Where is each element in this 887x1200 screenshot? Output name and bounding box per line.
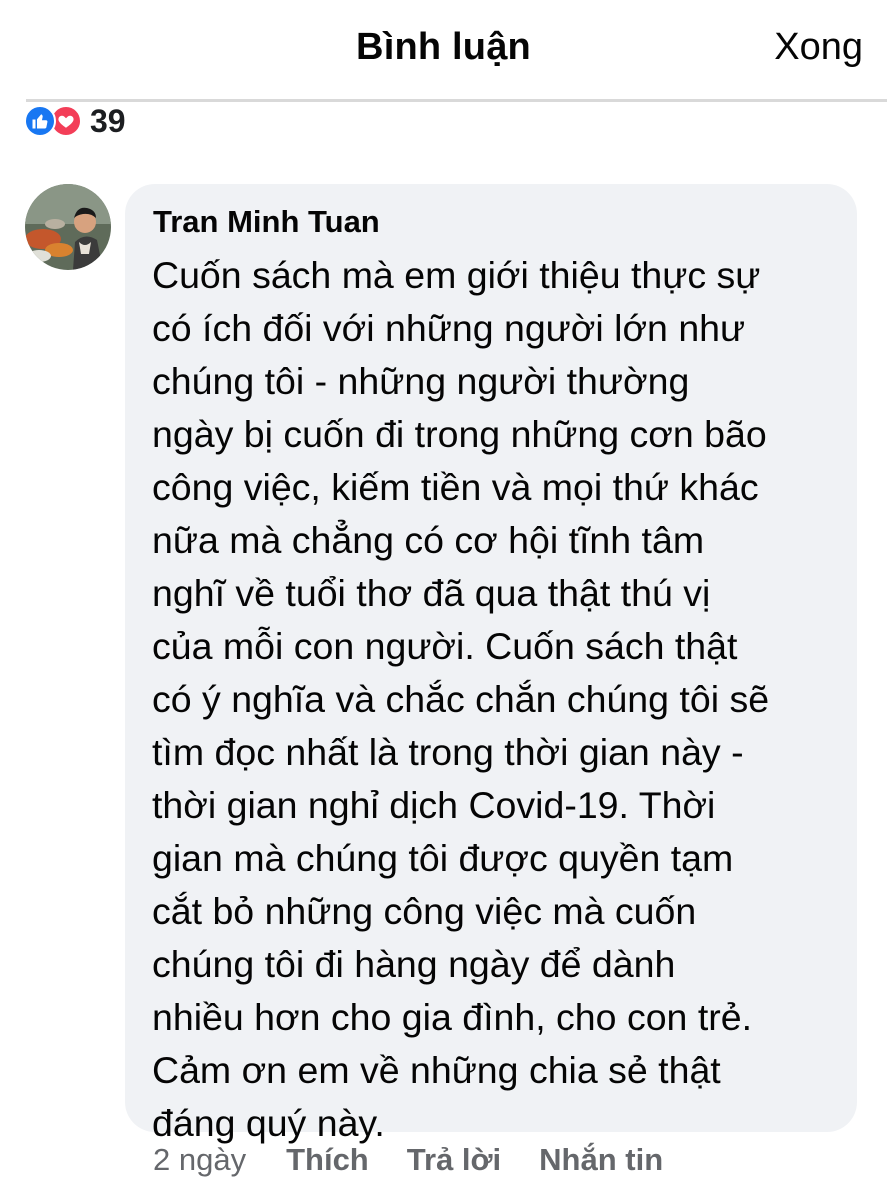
comment-line: chúng tôi đi hàng ngày để dành xyxy=(152,943,676,985)
comment-line: cắt bỏ những công việc mà cuốn xyxy=(152,890,697,932)
comment-line: có ý nghĩa và chắc chắn chúng tôi sẽ xyxy=(152,678,770,720)
comment-timestamp[interactable]: 2 ngày xyxy=(153,1142,246,1178)
comment-line: chúng tôi - những người thường xyxy=(152,360,690,402)
reaction-count: 39 xyxy=(90,102,126,139)
comment-line: tìm đọc nhất là trong thời gian này - xyxy=(152,731,744,773)
comment-line: công việc, kiếm tiền và mọi thứ khác xyxy=(152,466,759,508)
comment-bubble: Tran Minh Tuan Cuốn sách mà em giới thiệ… xyxy=(125,184,857,1144)
reply-button[interactable]: Trả lời xyxy=(407,1142,501,1178)
comment-line: nhiều hơn cho gia đình, cho con trẻ. xyxy=(152,996,752,1038)
comment-line: nữa mà chẳng có cơ hội tĩnh tâm xyxy=(152,519,705,561)
like-icon xyxy=(24,105,56,137)
comment-line: gian mà chúng tôi được quyền tạm xyxy=(152,837,734,879)
comment-line: có ích đối với những người lớn như xyxy=(152,307,746,349)
comment-line: nghĩ về tuổi thơ đã qua thật thú vị xyxy=(152,572,711,614)
done-button[interactable]: Xong xyxy=(774,26,863,69)
reactions-summary[interactable]: 39 xyxy=(24,102,126,139)
comment-line: thời gian nghỉ dịch Covid-19. Thời xyxy=(152,784,716,826)
comment-actions: 2 ngày Thích Trả lời Nhắn tin xyxy=(153,1140,663,1180)
like-button[interactable]: Thích xyxy=(286,1142,369,1178)
header: Bình luận Xong xyxy=(0,0,887,102)
comment-line: ngày bị cuốn đi trong những cơn bão xyxy=(152,413,767,455)
comment-author[interactable]: Tran Minh Tuan xyxy=(153,204,380,240)
comment-text: Cuốn sách mà em giới thiệu thực sự có íc… xyxy=(152,249,842,1150)
page-title: Bình luận xyxy=(356,26,531,68)
comment-line: của mỗi con người. Cuốn sách thật xyxy=(152,625,738,667)
message-button[interactable]: Nhắn tin xyxy=(539,1142,663,1178)
avatar[interactable] xyxy=(25,184,111,270)
comment-line: Cuốn sách mà em giới thiệu thực sự xyxy=(152,254,761,296)
comment-line: Cảm ơn em về những chia sẻ thật xyxy=(152,1049,721,1091)
header-divider xyxy=(26,99,887,102)
